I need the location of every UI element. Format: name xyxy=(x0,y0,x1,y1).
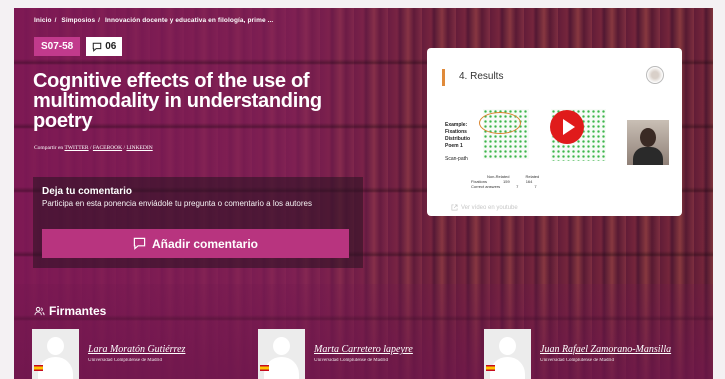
external-link-icon xyxy=(451,204,458,211)
table-cell: Correct answers xyxy=(471,184,501,189)
table-cell: 164 xyxy=(525,179,533,184)
page-title: Cognitive effects of the use of multimod… xyxy=(33,70,322,132)
video-player[interactable]: 4. Results Example: Fixations Distributi… xyxy=(431,52,678,198)
add-comment-button[interactable]: Añadir comentario xyxy=(42,229,349,258)
signer-info: Juan Rafael Zamorano-Mansilla Universida… xyxy=(540,329,671,379)
signer-card: Juan Rafael Zamorano-Mansilla Universida… xyxy=(484,329,671,379)
example-line: Distributio xyxy=(445,136,470,142)
signer-info: Marta Carretero lapeyre Universidad Comp… xyxy=(314,329,413,379)
paper-code-badge: S07-58 xyxy=(34,37,81,56)
users-icon xyxy=(34,306,45,315)
video-card: 4. Results Example: Fixations Distributi… xyxy=(427,48,682,216)
signer-name[interactable]: Juan Rafael Zamorano-Mansilla xyxy=(540,344,671,355)
spain-flag-icon xyxy=(486,365,495,371)
add-comment-label: Añadir comentario xyxy=(151,236,259,251)
comment-icon xyxy=(133,237,146,250)
breadcrumb: Inicio / Simposios / Innovación docente y … xyxy=(34,17,274,24)
hero-section: Inicio / Simposios / Innovación docente y … xyxy=(14,8,713,379)
slide-table: Non-Related Related Fixations 159 164 Co… xyxy=(471,174,539,189)
share-linkedin-link[interactable]: LINKEDIN xyxy=(126,145,152,151)
example-line: Example: xyxy=(445,122,468,128)
comment-icon xyxy=(93,42,102,52)
scan-path-label: Scan-path xyxy=(445,156,468,162)
share-label: Compartir en xyxy=(34,145,64,151)
breadcrumb-home[interactable]: Inicio xyxy=(34,17,52,24)
share-facebook-link[interactable]: FACEBOOK xyxy=(93,145,122,151)
highlight-circle xyxy=(479,112,521,134)
avatar xyxy=(258,329,305,379)
slide-accent-bar xyxy=(442,69,445,86)
youtube-link-label: Ver vídeo en youtube xyxy=(461,204,518,211)
signer-card: Lara Moratón Gutiérrez Universidad Compl… xyxy=(32,329,185,379)
signers-heading: Firmantes xyxy=(34,304,106,318)
share-row: Compartir en TWITTER / FACEBOOK / LINKED… xyxy=(34,145,153,151)
comment-panel: Deja tu comentario Participa en esta pon… xyxy=(33,177,363,268)
example-line: Fixations xyxy=(445,129,467,135)
table-cell: 7 xyxy=(534,184,537,189)
table-cell: 159 xyxy=(503,179,510,184)
comment-subtext: Participa en esta ponencia enviádole tu … xyxy=(42,199,312,208)
youtube-link[interactable]: Ver vídeo en youtube xyxy=(451,204,518,211)
table-row: Correct answers 7 7 xyxy=(471,184,539,189)
signer-affiliation: Universidad Complutense de Madrid xyxy=(540,358,615,363)
tag-row: S07-58 06 xyxy=(34,37,123,56)
share-twitter-link[interactable]: TWITTER xyxy=(64,145,88,151)
signer-name[interactable]: Marta Carretero lapeyre xyxy=(314,344,413,355)
slide-title: 4. Results xyxy=(459,71,504,82)
comment-heading: Deja tu comentario xyxy=(42,186,133,197)
spain-flag-icon xyxy=(34,365,43,371)
signer-card: Marta Carretero lapeyre Universidad Comp… xyxy=(258,329,413,379)
signer-affiliation: Universidad Complutense de Madrid xyxy=(314,358,389,363)
table-cell: 7 xyxy=(516,184,519,189)
play-icon[interactable] xyxy=(550,110,584,144)
avatar xyxy=(32,329,79,379)
signer-info: Lara Moratón Gutiérrez Universidad Compl… xyxy=(88,329,185,379)
avatar xyxy=(484,329,531,379)
signers-heading-label: Firmantes xyxy=(49,304,107,318)
spain-flag-icon xyxy=(260,365,269,371)
breadcrumb-simposios[interactable]: Simposios xyxy=(61,17,95,24)
comment-count: 06 xyxy=(105,41,117,52)
example-line: Poem 1 xyxy=(445,143,463,149)
speaker-thumbnail xyxy=(627,120,669,165)
breadcrumb-current[interactable]: Innovación docente y educativa en filolo… xyxy=(105,17,273,24)
signer-affiliation: Universidad Complutense de Madrid xyxy=(88,358,163,363)
university-seal-icon xyxy=(646,66,664,84)
comment-count-badge[interactable]: 06 xyxy=(86,37,123,56)
slide-example-text: Example: Fixations Distributio Poem 1 Sc… xyxy=(445,122,470,163)
signer-name[interactable]: Lara Moratón Gutiérrez xyxy=(88,344,185,355)
